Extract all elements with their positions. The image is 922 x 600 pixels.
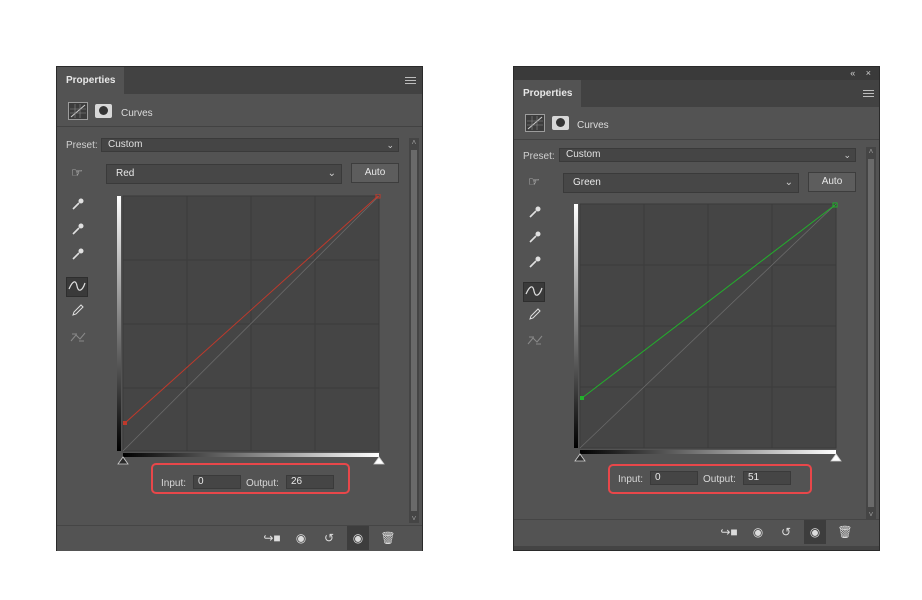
clip-to-layer-icon[interactable]: ↪■ bbox=[261, 526, 283, 550]
channel-dropdown[interactable]: Red ⌄ bbox=[106, 164, 342, 184]
panel-tab-bar: Properties bbox=[514, 80, 879, 107]
preset-value: Custom bbox=[108, 139, 143, 150]
output-label: Output: bbox=[246, 478, 279, 489]
visibility-eye-icon[interactable]: ◉ bbox=[804, 520, 826, 544]
sample-white-eyedropper-icon[interactable] bbox=[67, 247, 89, 267]
black-point-slider[interactable] bbox=[574, 453, 586, 462]
input-label: Input: bbox=[618, 474, 644, 485]
curves-adjustment-icon[interactable] bbox=[525, 114, 545, 132]
scroll-up-icon[interactable]: ˄ bbox=[409, 138, 419, 147]
curves-adjustment-icon[interactable] bbox=[68, 102, 88, 120]
tab-properties[interactable]: Properties bbox=[57, 67, 124, 94]
panel-footer: ↪■ ◉ ↺ ◉ 🗑 bbox=[514, 519, 879, 545]
channel-dropdown[interactable]: Green ⌄ bbox=[563, 173, 799, 193]
preset-value: Custom bbox=[566, 149, 601, 160]
adjustment-title: Curves bbox=[577, 120, 609, 131]
output-field[interactable]: 26 bbox=[286, 475, 334, 489]
visibility-eye-icon[interactable]: ◉ bbox=[347, 526, 369, 550]
adjustment-title: Curves bbox=[121, 108, 153, 119]
output-label: Output: bbox=[703, 474, 736, 485]
curve-point-black[interactable] bbox=[123, 421, 127, 425]
collapse-close-icons[interactable]: « × bbox=[850, 67, 875, 80]
panel-footer: ↪■ ◉ ↺ ◉ 🗑 bbox=[57, 525, 422, 551]
output-field[interactable]: 51 bbox=[743, 471, 791, 485]
reset-icon[interactable]: ↺ bbox=[318, 526, 340, 550]
on-image-adjust-icon[interactable]: ☞ bbox=[523, 172, 545, 192]
preset-dropdown[interactable]: Custom ⌄ bbox=[101, 138, 399, 152]
trash-icon[interactable]: 🗑 bbox=[834, 520, 856, 544]
properties-panel-red: Properties Curves Preset: Custom ⌄ ☞ Red… bbox=[56, 66, 423, 551]
chevron-down-icon: ⌄ bbox=[843, 150, 851, 160]
input-label: Input: bbox=[161, 478, 187, 489]
input-field[interactable]: 0 bbox=[650, 471, 698, 485]
reset-icon[interactable]: ↺ bbox=[775, 520, 797, 544]
trash-icon[interactable]: 🗑 bbox=[377, 526, 399, 550]
scroll-down-icon[interactable]: ˅ bbox=[409, 514, 419, 523]
channel-value: Green bbox=[573, 177, 601, 188]
chevron-down-icon: ⌄ bbox=[327, 168, 336, 179]
sample-black-eyedropper-icon[interactable] bbox=[67, 197, 89, 217]
curve-points-icon[interactable] bbox=[66, 277, 88, 297]
adjustment-header: Curves bbox=[514, 109, 879, 140]
curve-point-black[interactable] bbox=[580, 396, 584, 400]
chevron-down-icon: ⌄ bbox=[784, 177, 793, 188]
auto-button[interactable]: Auto bbox=[351, 163, 399, 183]
scroll-thumb[interactable] bbox=[411, 150, 417, 511]
sample-white-eyedropper-icon[interactable] bbox=[524, 255, 546, 275]
scrollbar[interactable]: ˄ ˅ bbox=[409, 138, 419, 523]
layer-mask-icon[interactable] bbox=[552, 116, 569, 130]
sample-black-eyedropper-icon[interactable] bbox=[524, 205, 546, 225]
pencil-draw-icon[interactable] bbox=[67, 303, 89, 323]
curves-graph[interactable] bbox=[117, 194, 387, 470]
black-point-slider[interactable] bbox=[117, 456, 129, 465]
preset-label: Preset: bbox=[66, 140, 98, 151]
sample-gray-eyedropper-icon[interactable] bbox=[67, 222, 89, 242]
panel-tab-bar: Properties bbox=[57, 67, 422, 94]
smooth-curve-icon[interactable] bbox=[67, 329, 89, 349]
white-point-slider[interactable] bbox=[373, 456, 385, 465]
panel-menu-icon[interactable] bbox=[863, 90, 874, 98]
view-previous-state-icon[interactable]: ◉ bbox=[290, 526, 312, 550]
input-field[interactable]: 0 bbox=[193, 475, 241, 489]
preset-label: Preset: bbox=[523, 151, 555, 162]
tab-properties[interactable]: Properties bbox=[514, 80, 581, 107]
scroll-down-icon[interactable]: ˅ bbox=[866, 510, 876, 519]
panel-menu-icon[interactable] bbox=[405, 77, 416, 85]
pencil-draw-icon[interactable] bbox=[524, 307, 546, 327]
curve-points-icon[interactable] bbox=[523, 282, 545, 302]
white-point-slider[interactable] bbox=[830, 453, 842, 462]
clip-to-layer-icon[interactable]: ↪■ bbox=[718, 520, 740, 544]
view-previous-state-icon[interactable]: ◉ bbox=[747, 520, 769, 544]
auto-button[interactable]: Auto bbox=[808, 172, 856, 192]
adjustment-header: Curves bbox=[57, 96, 422, 127]
preset-dropdown[interactable]: Custom ⌄ bbox=[559, 148, 856, 162]
window-title-strip: « × bbox=[514, 67, 879, 80]
curves-graph[interactable] bbox=[574, 202, 844, 464]
resize-grip[interactable] bbox=[514, 546, 879, 550]
scroll-up-icon[interactable]: ˄ bbox=[866, 147, 876, 156]
layer-mask-icon[interactable] bbox=[95, 104, 112, 118]
properties-panel-green: « × Properties Curves Preset: Custom ⌄ ☞… bbox=[513, 66, 880, 551]
scrollbar[interactable]: ˄ ˅ bbox=[866, 147, 876, 519]
smooth-curve-icon[interactable] bbox=[524, 332, 546, 352]
sample-gray-eyedropper-icon[interactable] bbox=[524, 230, 546, 250]
channel-value: Red bbox=[116, 168, 135, 179]
scroll-thumb[interactable] bbox=[868, 159, 874, 507]
on-image-adjust-icon[interactable]: ☞ bbox=[66, 163, 88, 183]
chevron-down-icon: ⌄ bbox=[386, 140, 394, 150]
